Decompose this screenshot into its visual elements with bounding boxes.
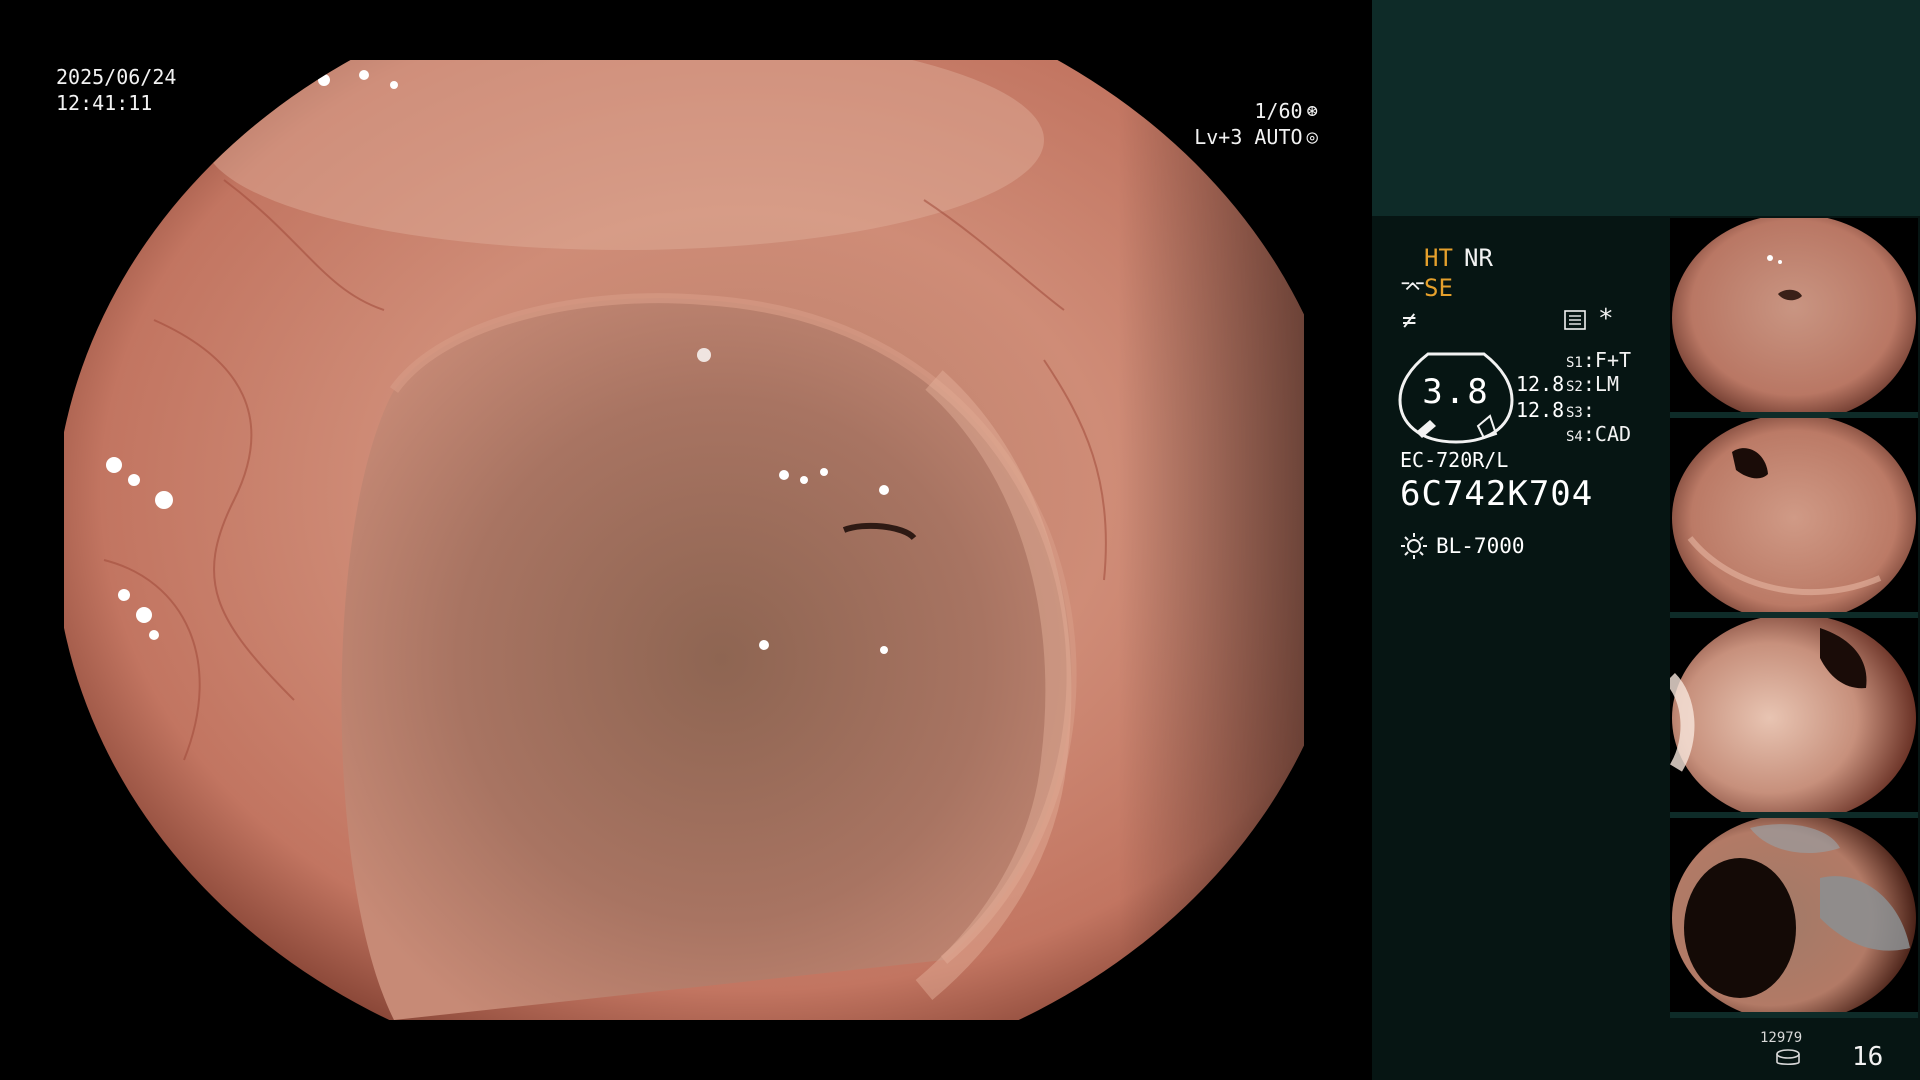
scope-serial: 6C742K704	[1400, 474, 1594, 514]
asterisk-marker: *	[1598, 304, 1614, 334]
image-count: 12979	[1760, 1030, 1803, 1046]
record-icon	[1564, 308, 1586, 336]
storage-icon	[1776, 1049, 1800, 1066]
exposure-readout: 1/60 ⊛ Lv+3 AUTO ◎	[1194, 98, 1318, 150]
ht-indicator: HT	[1424, 244, 1453, 272]
thumbnail-divider	[1670, 1012, 1918, 1018]
switch-s2: S2:LM	[1566, 372, 1619, 396]
mode-text: AUTO	[1254, 125, 1303, 149]
gauge-value: 3.8	[1422, 372, 1490, 412]
date-text: 2025/06/24	[56, 65, 177, 89]
endoscopic-image	[64, 60, 1304, 1020]
scope-model: EC-720R/L	[1400, 448, 1509, 472]
freeze-icon: ≠	[1402, 306, 1417, 334]
lamp-icon	[1401, 533, 1427, 559]
nr-indicator: NR	[1464, 244, 1493, 272]
capture-page-number: 16	[1852, 1042, 1884, 1072]
panel-header-area	[1372, 0, 1920, 216]
date-time-readout: 2025/06/24 12:41:11	[56, 64, 176, 116]
thumbnail-capture-4[interactable]	[1670, 818, 1918, 1016]
endoscope-live-view: 2025/06/24 12:41:11 1/60 ⊛ Lv+3 AUTO ◎	[0, 0, 1372, 1080]
iris-icon: ◎	[1306, 126, 1318, 148]
aperture-icon: ⊛	[1306, 100, 1318, 122]
level-text: Lv+3	[1194, 125, 1243, 149]
status-panel: HT NR ⌤ SE ≠ * 3.8 12.8 12.8 S1:F+T S2:L…	[1372, 216, 1670, 1076]
side-value-bottom: 12.8	[1516, 398, 1565, 422]
thumbnail-capture-2[interactable]	[1670, 418, 1918, 616]
light-source: BL-7000	[1400, 532, 1525, 560]
switch-s1: S1:F+T	[1566, 348, 1632, 372]
enhance-icon: ⌤	[1400, 276, 1426, 301]
time-text: 12:41:11	[56, 91, 153, 115]
switch-s3: S3:	[1566, 398, 1595, 422]
side-value-top: 12.8	[1516, 372, 1565, 396]
thumbnail-capture-1[interactable]	[1670, 218, 1918, 416]
se-indicator: SE	[1424, 274, 1453, 302]
shutter-text: 1/60	[1254, 99, 1303, 123]
thumbnail-capture-3[interactable]	[1670, 618, 1918, 816]
switch-s4: S4:CAD	[1566, 422, 1632, 446]
light-source-text: BL-7000	[1436, 534, 1525, 558]
